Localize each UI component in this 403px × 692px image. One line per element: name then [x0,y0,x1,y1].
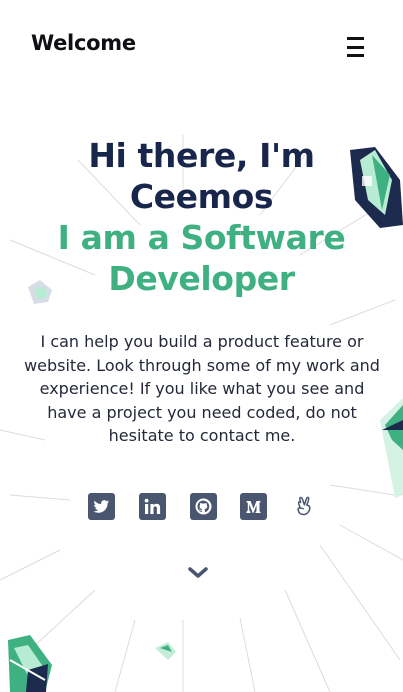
hero-section: Hi there, I'm Ceemos I am a Software Dev… [0,135,403,299]
github-icon[interactable] [189,492,217,520]
chevron-down-icon[interactable] [186,564,210,582]
social-links [88,491,318,521]
crystal-bottom-left [8,635,52,692]
linkedin-icon[interactable] [138,492,166,520]
crystal-right-middle [380,398,403,498]
top-navbar: Welcome [0,0,403,92]
hamburger-menu-icon[interactable] [345,37,367,57]
role-line-2: Developer [108,259,295,298]
greeting-line-1: Hi there, I'm [88,136,315,175]
brand-title[interactable]: Welcome [31,31,136,55]
bio-paragraph: I can help you build a product feature o… [24,332,380,445]
twitter-icon[interactable] [88,492,115,520]
hero-role: I am a Software Developer [0,217,403,299]
hero-greeting: Hi there, I'm Ceemos [0,135,403,217]
role-line-1: I am a Software [57,218,346,257]
angellist-icon[interactable] [291,493,318,520]
greeting-line-2: Ceemos [129,177,274,216]
crystal-small-bottom [155,642,176,660]
medium-icon[interactable] [240,492,268,520]
